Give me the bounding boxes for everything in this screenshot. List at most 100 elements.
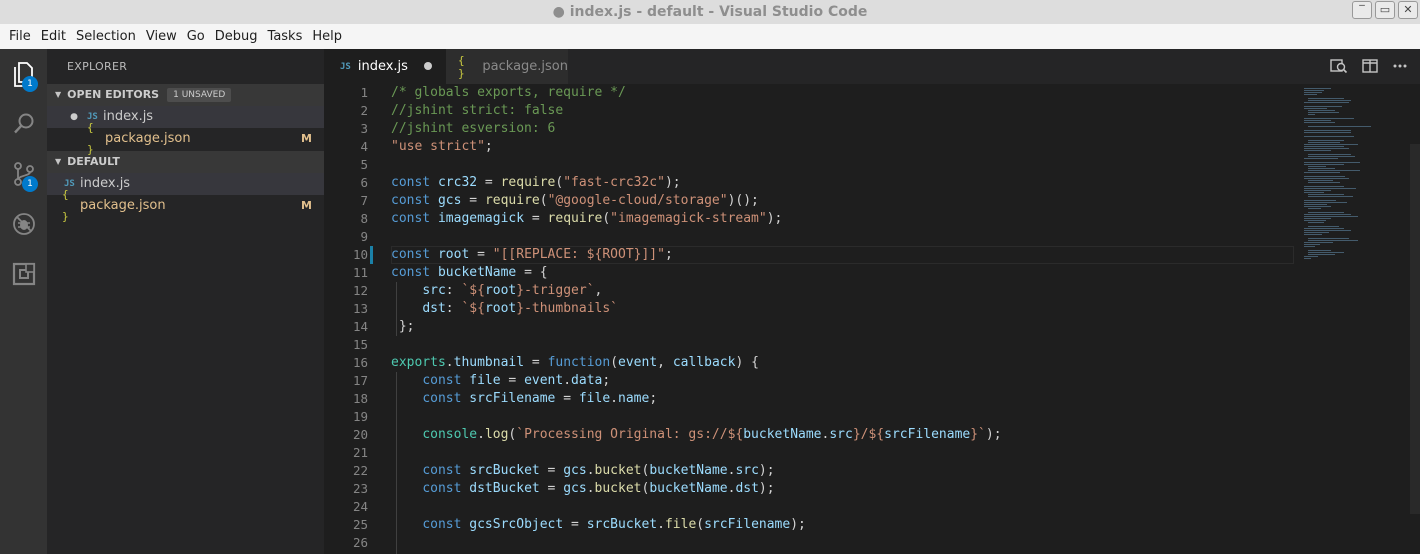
line-number: 14 — [352, 319, 368, 334]
tab-label: package.json — [482, 59, 568, 74]
minimap-line — [1304, 258, 1311, 259]
open-editor-label: package.json — [105, 131, 191, 146]
line-number-gutter: 1 2 3 4 5 6 7 8 9 10 11 12 13 14 15 16 17 18 19 20 21 22 23 24 2… — [324, 84, 368, 552]
line-number: 9 — [360, 229, 368, 244]
line-number: 20 — [352, 427, 368, 442]
open-editors-header[interactable]: ▼ OPEN EDITORS 1 UNSAVED — [47, 84, 324, 106]
code-editor[interactable]: 1 2 3 4 5 6 7 8 9 10 11 12 13 14 15 16 17 18 19 20 21 22 23 24 2… — [324, 84, 1420, 554]
minimap-line — [1308, 112, 1339, 113]
menu-tasks[interactable]: Tasks — [263, 24, 308, 49]
vertical-scrollbar[interactable] — [1406, 84, 1420, 554]
minimap-line — [1304, 130, 1351, 131]
window-controls: ‾ ▭ ✕ — [1352, 1, 1418, 19]
close-button[interactable]: ✕ — [1398, 1, 1418, 19]
menu-go[interactable]: Go — [182, 24, 210, 49]
code-content[interactable]: /* globals exports, require */ //jshint … — [391, 84, 1291, 552]
open-changes-icon[interactable] — [1330, 58, 1348, 74]
open-editor-package-json[interactable]: { } package.json M — [47, 121, 324, 156]
scrollbar-thumb[interactable] — [1410, 144, 1420, 514]
line-number: 10 — [352, 247, 368, 262]
menu-file[interactable]: File — [4, 24, 36, 49]
code-line: }; — [391, 319, 415, 334]
line-number: 22 — [352, 463, 368, 478]
minimap-line — [1308, 250, 1331, 251]
line-number: 11 — [352, 265, 368, 280]
gutter-change-marker — [370, 246, 373, 264]
extensions-icon — [12, 262, 35, 286]
minimap-line — [1308, 194, 1344, 195]
minimap-line — [1304, 88, 1331, 89]
modified-flag: M — [301, 132, 312, 145]
split-editor-icon[interactable] — [1362, 58, 1378, 74]
minimap-line — [1304, 150, 1331, 151]
dirty-dot-icon[interactable]: ● — [69, 106, 79, 128]
minimap-line — [1304, 176, 1345, 177]
minimap-line — [1308, 156, 1355, 157]
menu-debug[interactable]: Debug — [210, 24, 263, 49]
line-number: 18 — [352, 391, 368, 406]
chevron-down-icon: ▼ — [55, 157, 62, 166]
minimap-line — [1304, 148, 1349, 149]
code-line: const dstBucket = gcs.bucket(bucketName.… — [422, 481, 775, 496]
minimap[interactable] — [1292, 84, 1420, 554]
more-actions-icon[interactable] — [1392, 58, 1408, 74]
activity-debug[interactable] — [0, 199, 47, 249]
explorer-sidebar: EXPLORER ▼ OPEN EDITORS 1 UNSAVED ● JS i… — [47, 49, 324, 554]
json-file-icon: { } — [458, 53, 465, 80]
activity-search[interactable] — [0, 99, 47, 149]
minimap-line — [1304, 136, 1354, 137]
minimap-line — [1304, 204, 1327, 205]
unsaved-dot-icon[interactable] — [424, 62, 432, 70]
code-line: const gcs = require("@google-cloud/stora… — [391, 193, 759, 208]
line-number: 23 — [352, 481, 368, 496]
minimap-line — [1304, 192, 1324, 193]
menu-bar: File Edit Selection View Go Debug Tasks … — [0, 24, 1420, 49]
json-file-icon: { } — [62, 188, 69, 223]
tab-package-json[interactable]: { } package.json — [446, 49, 568, 84]
json-file-icon: { } — [87, 121, 94, 156]
minimize-button[interactable]: ‾ — [1352, 1, 1372, 19]
sidebar-title: EXPLORER — [67, 60, 128, 73]
minimap-line — [1304, 90, 1324, 91]
line-number: 7 — [360, 193, 368, 208]
activity-explorer[interactable]: 1 — [0, 49, 47, 99]
menu-help[interactable]: Help — [307, 24, 347, 49]
minimap-line — [1304, 234, 1322, 235]
line-number: 24 — [352, 499, 368, 514]
minimap-line — [1308, 222, 1324, 223]
code-line: const gcsSrcObject = srcBucket.file(srcF… — [422, 517, 806, 532]
tab-index-js[interactable]: JS index.js — [324, 49, 446, 84]
explorer-badge: 1 — [22, 76, 38, 92]
menu-edit[interactable]: Edit — [36, 24, 71, 49]
code-line: const root = "[[REPLACE: ${ROOT}]]"; — [391, 247, 673, 262]
activity-bar: 1 1 — [0, 49, 47, 554]
code-line: exports.thumbnail = function(event, call… — [391, 355, 759, 370]
minimap-line — [1304, 230, 1351, 231]
minimap-line — [1308, 170, 1360, 171]
file-label: index.js — [80, 176, 131, 191]
activity-extensions[interactable] — [0, 249, 47, 299]
minimap-line — [1304, 122, 1335, 123]
file-package-json[interactable]: { } package.json M — [47, 188, 324, 223]
file-index-js[interactable]: JS index.js — [47, 173, 324, 195]
activity-source-control[interactable]: 1 — [0, 149, 47, 199]
code-line: src: `${root}-trigger`, — [422, 283, 603, 298]
minimap-line — [1304, 94, 1317, 95]
minimap-line — [1308, 166, 1326, 167]
line-number: 6 — [360, 175, 368, 190]
minimap-line — [1304, 118, 1354, 119]
line-number: 26 — [352, 535, 368, 550]
minimap-line — [1304, 186, 1344, 187]
maximize-button[interactable]: ▭ — [1375, 1, 1395, 19]
minimap-line — [1304, 120, 1331, 121]
minimap-line — [1304, 200, 1336, 201]
menu-view[interactable]: View — [141, 24, 182, 49]
minimap-line — [1304, 102, 1349, 103]
minimap-line — [1304, 132, 1351, 133]
minimap-line — [1308, 226, 1339, 227]
menu-selection[interactable]: Selection — [71, 24, 141, 49]
code-line: //jshint strict: false — [391, 103, 564, 118]
